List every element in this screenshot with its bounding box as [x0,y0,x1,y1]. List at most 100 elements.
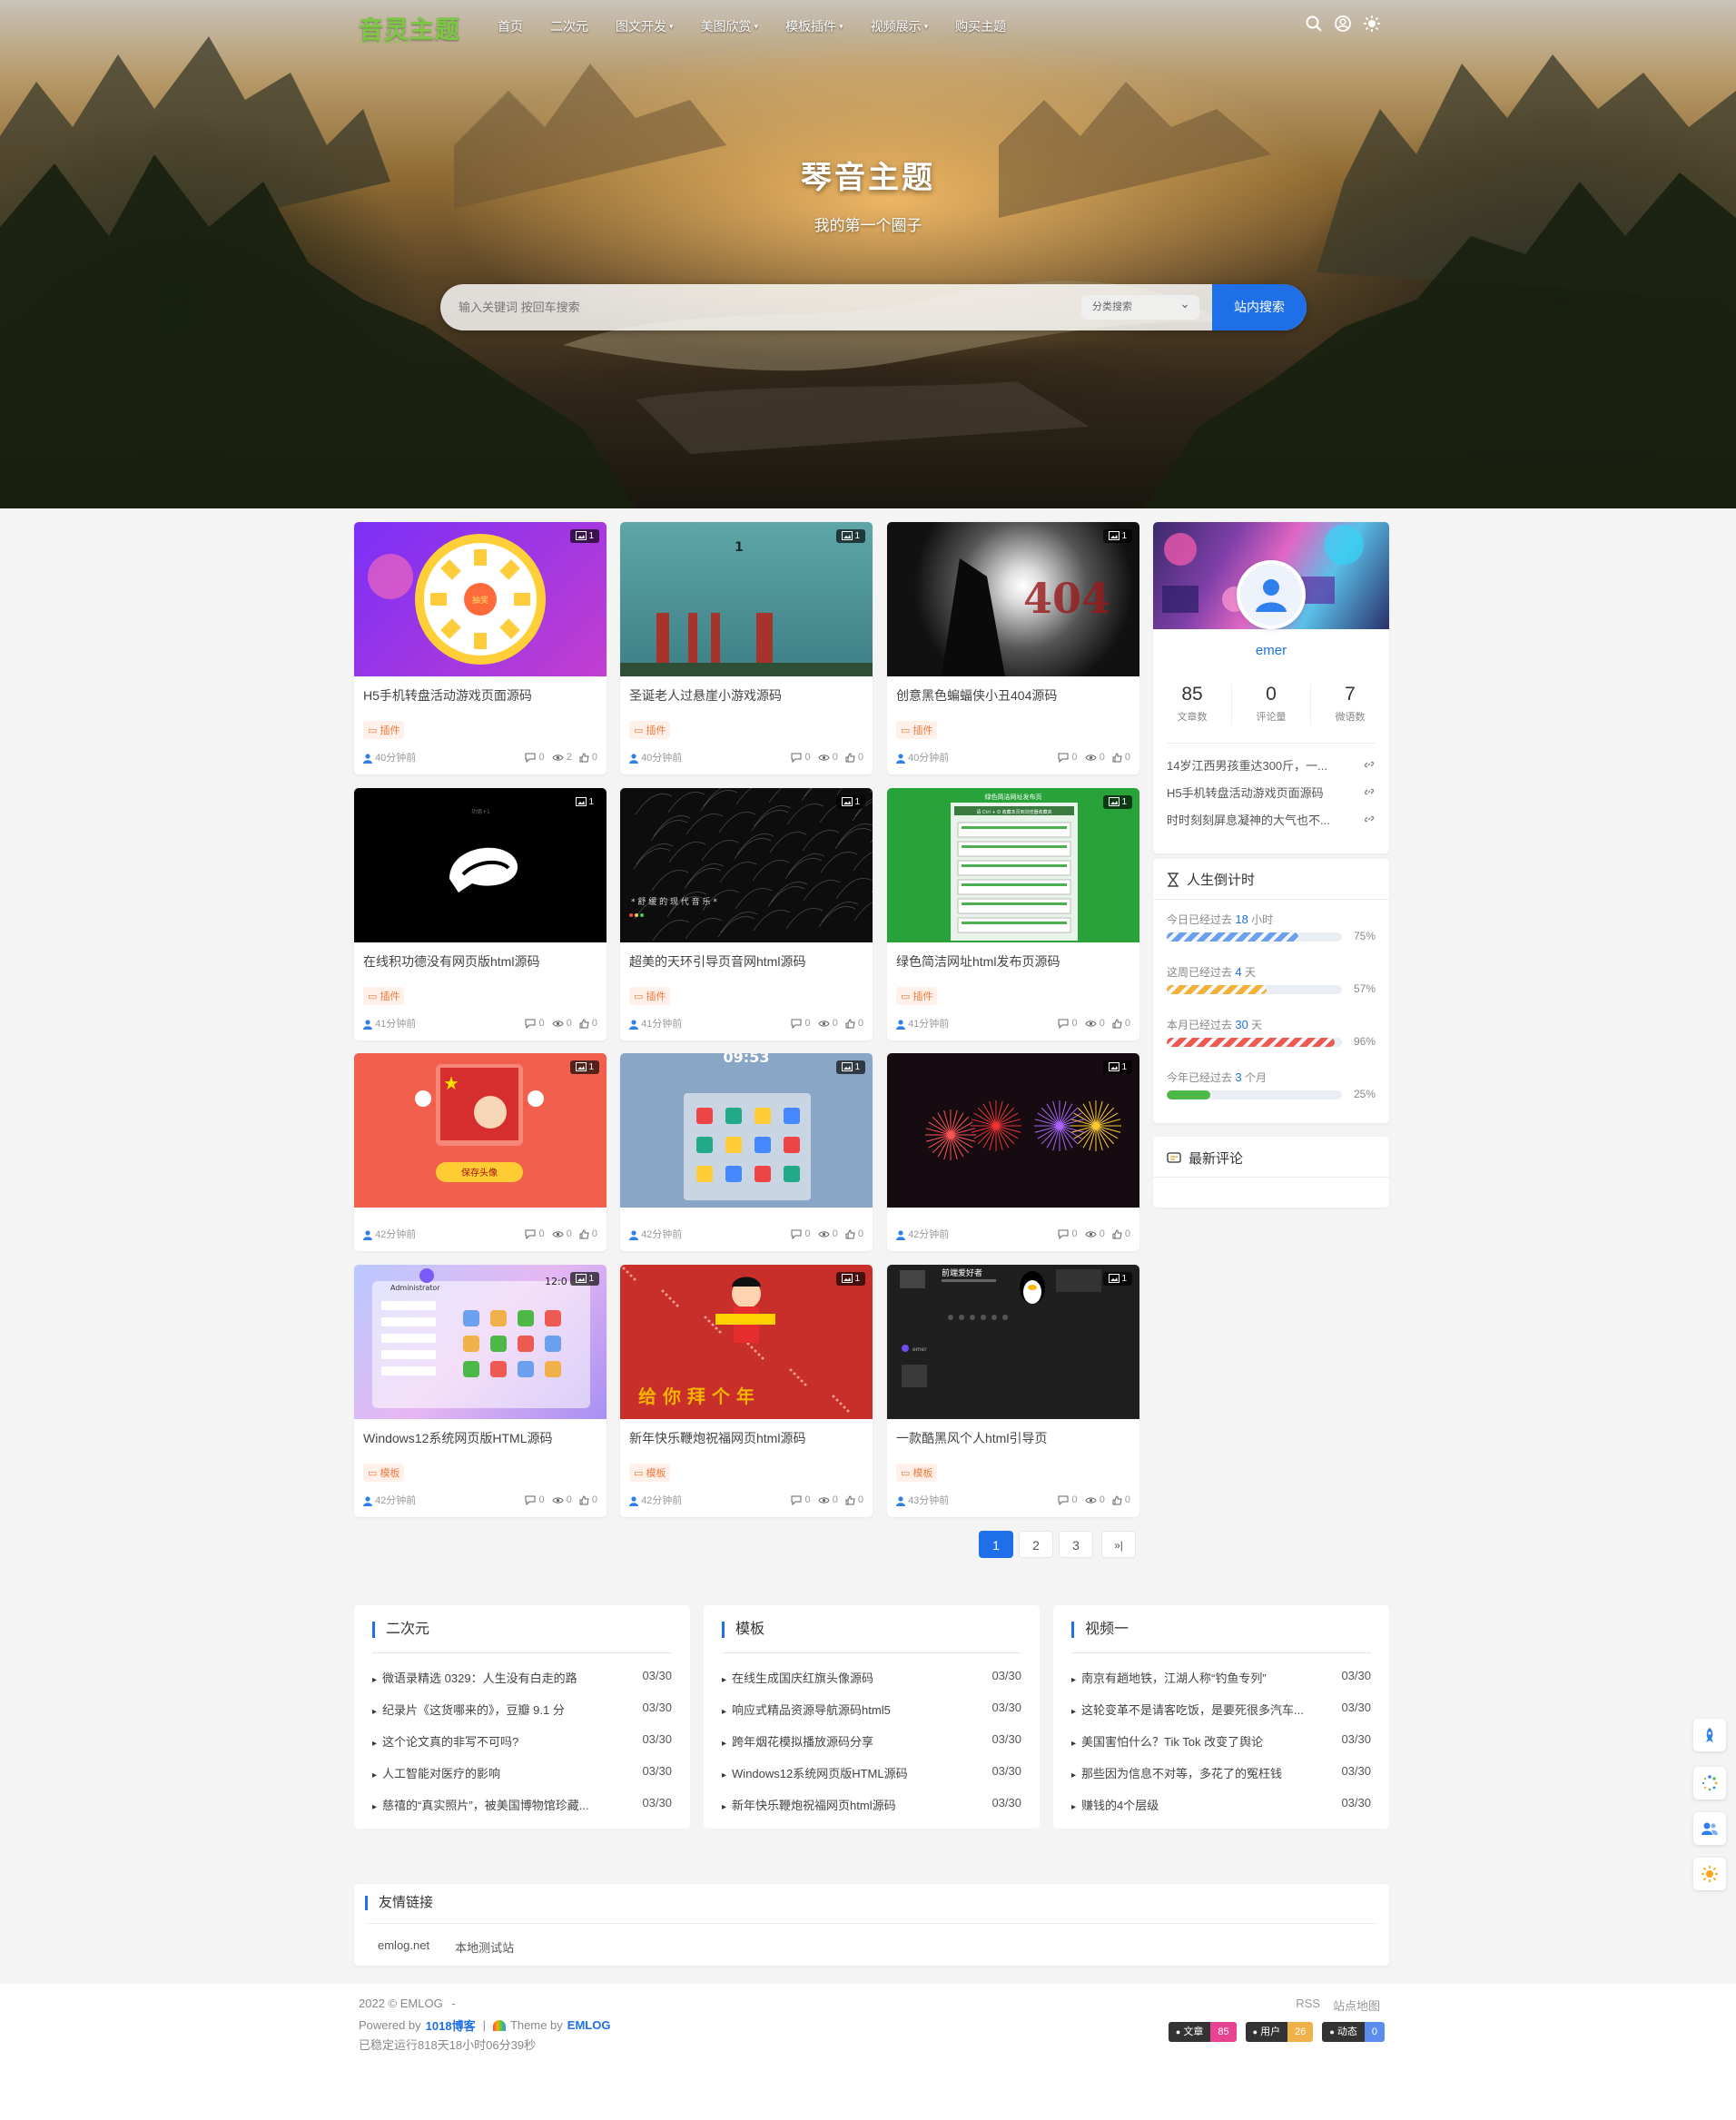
post-card[interactable]: 1 1 圣诞老人过悬崖小游戏源码 ▭ 插件 40分钟前 0 0 0 [620,522,873,774]
profile-stat[interactable]: 0 评论量 [1232,684,1311,725]
list-item[interactable]: 微语录精选 0329：人生没有白走的路 03/30 [372,1669,672,1701]
search-button[interactable]: 站内搜索 [1212,284,1307,330]
post-thumbnail[interactable]: 抽奖 [354,522,607,676]
powered-by-link[interactable]: 1018博客 [426,2016,476,2034]
post-title[interactable]: 圣诞老人过悬崖小游戏源码 [629,686,863,705]
last-page-button[interactable]: »| [1101,1531,1136,1558]
post-card[interactable]: 给 你 拜 个 年 1 新年快乐鞭炮祝福网页html源码 ▭ 模板 42分钟前 0 … [620,1265,873,1517]
menu-item[interactable]: 首页 [498,17,523,35]
like-count[interactable]: 0 [845,752,863,763]
like-count[interactable]: 0 [579,1228,597,1239]
post-category-tag[interactable]: ▭ 插件 [629,987,671,1005]
profile-stat[interactable]: 85 文章数 [1153,684,1232,725]
post-category-tag[interactable]: ▭ 插件 [896,987,938,1005]
post-category-tag[interactable]: ▭ 模板 [629,1464,671,1482]
back-to-top-button[interactable] [1693,1719,1726,1751]
list-item[interactable]: 这个论文真的非写不可吗? 03/30 [372,1732,672,1764]
list-item[interactable]: 南京有趟地铁，江湖人称“钓鱼专列” 03/30 [1071,1669,1371,1701]
menu-item[interactable]: 视频展示 ▾ [871,17,929,35]
post-card[interactable]: 绿色简洁网址发布页请 Ctrl + D 收藏本页到浏览器收藏夹 1 绿色简洁网址h… [887,788,1139,1040]
post-thumbnail[interactable]: 前端爱好者 emer [887,1265,1139,1419]
list-item[interactable]: 纪录片《这货哪来的》，豆瓣 9.1 分 03/30 [372,1701,672,1732]
stat-shield[interactable]: ● 文章 85 [1168,2022,1237,2042]
post-title[interactable]: 一款酷黑风个人html引导页 [896,1429,1130,1447]
post-thumbnail[interactable]: 功德+1 [354,788,607,942]
profile-name[interactable]: emer [1153,643,1389,658]
search-icon[interactable] [1305,15,1323,33]
post-category-tag[interactable]: ▭ 插件 [629,721,671,739]
list-item[interactable]: 赚钱的4个层级 03/30 [1071,1796,1371,1828]
search-input[interactable] [459,295,1040,320]
like-count[interactable]: 0 [845,1494,863,1505]
like-count[interactable]: 0 [845,1018,863,1029]
post-card[interactable]: 09:53 1 42分钟前 0 0 0 [620,1053,873,1251]
like-count[interactable]: 0 [579,1494,597,1505]
post-card[interactable]: 前端爱好者 emer 1 一款酷黑风个人html引导页 ▭ 模板 43分钟前 0 0 … [887,1265,1139,1517]
menu-item[interactable]: 购买主题 [955,17,1006,35]
page-button[interactable]: 2 [1019,1531,1053,1558]
like-count[interactable]: 0 [1112,1018,1130,1029]
post-card[interactable]: ★ 保存头像 1 42分钟前 0 0 0 [354,1053,607,1251]
avatar[interactable] [1237,560,1306,629]
post-thumbnail[interactable]: 1 [620,522,873,676]
post-card[interactable]: Administrator 12:0 1 Windows12系统网页版HTML源码 ▭… [354,1265,607,1517]
page-button[interactable]: 3 [1059,1531,1093,1558]
post-card[interactable]: 抽奖 1 H5手机转盘活动游戏页面源码 ▭ 插件 40分钟前 0 2 0 [354,522,607,774]
like-count[interactable]: 0 [1112,752,1130,763]
like-count[interactable]: 0 [845,1228,863,1239]
post-thumbnail[interactable] [887,1053,1139,1208]
page-button[interactable]: 1 [979,1531,1013,1558]
list-item[interactable]: 跨年烟花模拟播放源码分享 03/30 [722,1732,1021,1764]
post-title[interactable]: Windows12系统网页版HTML源码 [363,1429,597,1447]
list-item[interactable]: 人工智能对医疗的影响 03/30 [372,1764,672,1796]
like-count[interactable]: 0 [579,1018,597,1029]
sitemap-link[interactable]: 站点地图 [1333,1997,1380,2014]
like-count[interactable]: 0 [1112,1228,1130,1239]
post-category-tag[interactable]: ▭ 插件 [363,987,405,1005]
post-thumbnail[interactable]: Administrator 12:0 [354,1265,607,1419]
list-item[interactable]: 在线生成国庆红旗头像源码 03/30 [722,1669,1021,1701]
sun-icon[interactable] [1363,15,1381,33]
post-title[interactable]: 超美的天环引导页音网html源码 [629,952,863,971]
category-title[interactable]: 视频一 [1071,1622,1129,1638]
post-title[interactable]: 在线积功德没有网页版html源码 [363,952,597,971]
post-title[interactable]: 新年快乐鞭炮祝福网页html源码 [629,1429,863,1447]
profile-stat[interactable]: 7 微语数 [1311,684,1389,725]
profile-link-item[interactable]: 14岁江西男孩重达300斤，一... [1167,751,1376,778]
list-item[interactable]: 这轮变革不是请客吃饭，是要死很多汽车... 03/30 [1071,1701,1371,1732]
post-category-tag[interactable]: ▭ 模板 [896,1464,938,1482]
like-count[interactable]: 0 [579,752,597,763]
friend-link[interactable]: emlog.net [378,1938,429,1956]
post-thumbnail[interactable]: 09:53 [620,1053,873,1208]
list-item[interactable]: 新年快乐鞭炮祝福网页html源码 03/30 [722,1796,1021,1828]
profile-link-item[interactable]: 时时刻刻屏息凝神的大气也不... [1167,805,1376,833]
post-title[interactable]: 创意黑色蝙蝠侠小丑404源码 [896,686,1130,705]
user-circle-icon[interactable] [1334,15,1352,33]
list-item[interactable]: Windows12系统网页版HTML源码 03/30 [722,1764,1021,1796]
stat-shield[interactable]: ● 用户 26 [1245,2022,1314,2042]
post-category-tag[interactable]: ▭ 插件 [363,721,405,739]
friend-link[interactable]: 本地测试站 [455,1938,514,1956]
menu-item[interactable]: 二次元 [550,17,588,35]
post-thumbnail[interactable]: 给 你 拜 个 年 [620,1265,873,1419]
profile-link-item[interactable]: H5手机转盘活动游戏页面源码 [1167,778,1376,805]
post-card[interactable]: 404 1 创意黑色蝙蝠侠小丑404源码 ▭ 插件 40分钟前 0 0 0 [887,522,1139,774]
category-title[interactable]: 模板 [722,1622,764,1638]
loading-button[interactable] [1693,1767,1726,1800]
post-title[interactable]: H5手机转盘活动游戏页面源码 [363,686,597,705]
list-item[interactable]: 那些因为信息不对等，多花了的冤枉钱 03/30 [1071,1764,1371,1796]
post-card[interactable]: 功德+1 1 在线积功德没有网页版html源码 ▭ 插件 41分钟前 0 0 0 [354,788,607,1040]
post-category-tag[interactable]: ▭ 模板 [363,1464,405,1482]
list-item[interactable]: 美国害怕什么？Tik Tok 改变了舆论 03/30 [1071,1732,1371,1764]
users-button[interactable] [1693,1812,1726,1845]
menu-item[interactable]: 图文开发 ▾ [616,17,674,35]
post-category-tag[interactable]: ▭ 插件 [896,721,938,739]
post-card[interactable]: 1 42分钟前 0 0 0 [887,1053,1139,1251]
post-thumbnail[interactable]: ★ 保存头像 [354,1053,607,1208]
list-item[interactable]: 响应式精品资源导航源码html5 03/30 [722,1701,1021,1732]
category-title[interactable]: 二次元 [372,1622,429,1638]
list-item[interactable]: 慈禧的“真实照片”，被美国博物馆珍藏... 03/30 [372,1796,672,1828]
post-thumbnail[interactable]: * 舒 缓 的 现 代 音 乐 * [620,788,873,942]
site-logo[interactable]: 音灵主题 HUIYUANZHUTI [359,11,460,46]
post-card[interactable]: * 舒 缓 的 现 代 音 乐 * 1 超美的天环引导页音网html源码 ▭ 插件 … [620,788,873,1040]
